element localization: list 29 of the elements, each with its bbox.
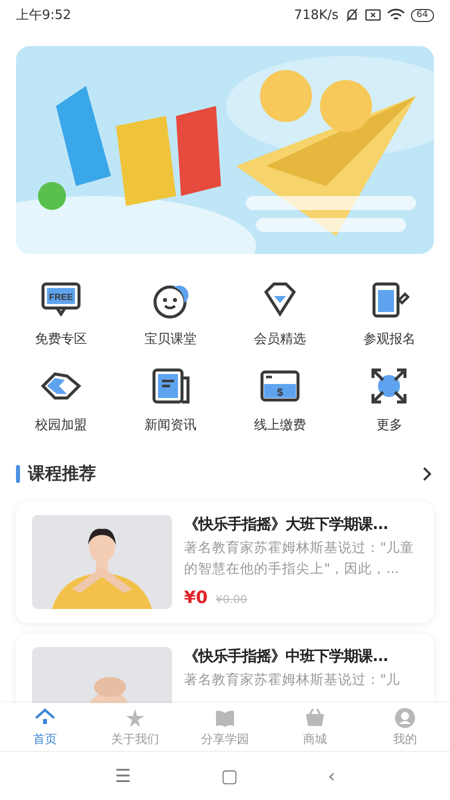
original-price: ¥0.00	[216, 593, 248, 606]
nav-button[interactable]: ▢	[216, 766, 242, 786]
sim-off-icon	[364, 9, 381, 21]
bell-muted-icon	[344, 8, 359, 22]
course-description: 著名教育家苏霍姆林斯基说过："儿童的智慧在他的手指尖上"，因此，...	[184, 539, 416, 579]
shortcut-button[interactable]: 宝贝课堂	[116, 276, 225, 348]
course-price: ¥0	[184, 588, 208, 608]
section-title: 课程推荐	[28, 463, 96, 485]
course-card[interactable]: 《快乐手指摇》大班下学期课... 著名教育家苏霍姆林斯基说过："儿童的智慧在他的手指尖上"，因此，... ¥0 ¥0.00	[16, 501, 434, 623]
shortcut-button[interactable]: 参观报名	[334, 276, 444, 348]
nav-button[interactable]: ☰	[110, 766, 135, 786]
user-icon	[393, 706, 417, 730]
shortcut-button[interactable]: 校园加盟	[6, 362, 116, 434]
status-time: 上午9:52	[16, 7, 72, 24]
shortcut-button[interactable]: $ 线上缴费	[225, 362, 334, 434]
shortcut-button[interactable]: FREE 免费专区	[6, 276, 116, 348]
course-title: 《快乐手指摇》大班下学期课...	[184, 515, 390, 534]
course-title: 《快乐手指摇》中班下学期课...	[184, 647, 390, 666]
course-description: 著名教育家苏霍姆林斯基说过："儿	[184, 671, 402, 690]
network-speed: 718K/s	[294, 8, 339, 22]
tab[interactable]: 首页	[0, 703, 90, 751]
shortcut-button[interactable]: 会员精选	[225, 276, 334, 348]
wifi-icon	[386, 8, 405, 22]
battery-level: 64	[410, 8, 434, 22]
nav-button[interactable]: ‹	[324, 766, 340, 786]
shortcut-button[interactable]: 更多	[334, 362, 444, 434]
shortcut-button[interactable]: 新闻资讯	[116, 362, 225, 434]
course-card[interactable]: 《快乐手指摇》中班下学期课... 著名教育家苏霍姆林斯基说过："儿	[16, 633, 434, 703]
chevron-right-icon[interactable]	[422, 466, 432, 482]
